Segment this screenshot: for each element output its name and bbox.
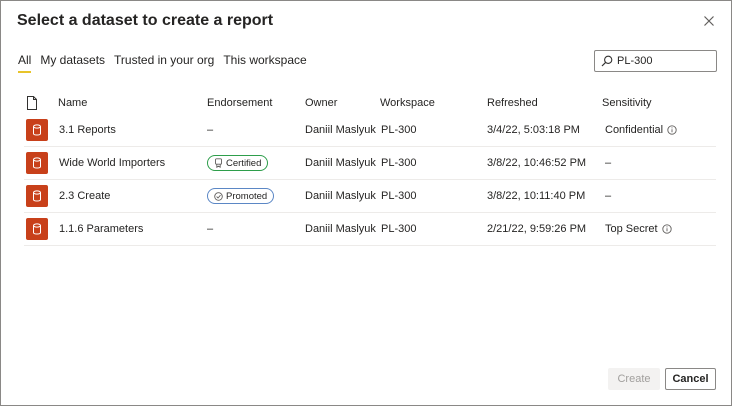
owner-value: Daniil Maslyuk — [305, 157, 376, 169]
sensitivity-label: – — [605, 190, 612, 202]
search-input[interactable] — [617, 55, 709, 67]
dataset-icon — [26, 152, 48, 174]
close-button[interactable] — [701, 13, 717, 29]
dataset-icon — [26, 185, 48, 207]
sensitivity-value: – — [605, 147, 611, 179]
dataset-icon-cell — [26, 180, 48, 212]
info-icon[interactable] — [661, 224, 672, 234]
sensitivity-label: Top Secret — [605, 223, 658, 235]
refreshed-column-header[interactable]: Refreshed — [487, 92, 538, 114]
workspace-value: PL-300 — [381, 223, 417, 235]
workspace-value: PL-300 — [381, 190, 417, 202]
owner-column-header[interactable]: Owner — [305, 92, 337, 114]
search-icon — [601, 55, 613, 67]
dataset-name: 2.3 Create — [59, 190, 111, 202]
refreshed-value: 2/21/22, 9:59:26 PM — [487, 223, 587, 235]
datasets-table: Name Endorsement Owner Workspace Refresh… — [24, 92, 716, 246]
dataset-icon-cell — [26, 147, 48, 179]
tab-trusted-in-your-org[interactable]: Trusted in your org — [114, 53, 214, 73]
sensitivity-value: Top Secret — [605, 213, 672, 245]
dataset-name: Wide World Importers — [59, 157, 166, 169]
dialog-title: Select a dataset to create a report — [17, 12, 274, 29]
table-header: Name Endorsement Owner Workspace Refresh… — [24, 92, 716, 114]
dataset-icon — [26, 119, 48, 141]
table-row[interactable]: 2.3 Create Promoted Daniil Maslyuk PL-30… — [24, 180, 716, 213]
sensitivity-label: – — [605, 157, 612, 169]
endorsement-value: Certified — [207, 147, 269, 179]
create-report-dialog: Select a dataset to create a report All … — [0, 0, 732, 406]
create-button[interactable]: Create — [608, 368, 660, 390]
owner-value: Daniil Maslyuk — [305, 124, 376, 136]
close-icon — [704, 16, 714, 26]
endorsement-none: – — [207, 223, 214, 235]
owner-value: Daniil Maslyuk — [305, 190, 376, 202]
file-icon — [27, 96, 37, 110]
table-row[interactable]: Wide World Importers Certified Daniil Ma… — [24, 147, 716, 180]
refreshed-value: 3/8/22, 10:46:52 PM — [487, 157, 587, 169]
tab-all[interactable]: All — [18, 53, 32, 73]
workspace-column-header[interactable]: Workspace — [380, 92, 435, 114]
badge-label: Certified — [226, 157, 262, 169]
endorsement-value: Promoted — [207, 180, 275, 212]
promoted-icon — [214, 191, 223, 201]
workspace-value: PL-300 — [381, 157, 417, 169]
sensitivity-column-header[interactable]: Sensitivity — [602, 92, 652, 114]
file-type-column-header[interactable] — [26, 92, 38, 114]
sensitivity-value: – — [605, 180, 611, 212]
dataset-name: 3.1 Reports — [59, 124, 116, 136]
dataset-icon-cell — [26, 114, 48, 146]
owner-value: Daniil Maslyuk — [305, 223, 376, 235]
promoted-badge: Promoted — [207, 188, 275, 204]
endorsement-value: – — [207, 213, 213, 245]
workspace-value: PL-300 — [381, 124, 417, 136]
endorsement-column-header[interactable]: Endorsement — [207, 92, 272, 114]
endorsement-none: – — [207, 124, 214, 136]
dataset-icon-cell — [26, 213, 48, 245]
info-icon[interactable] — [667, 125, 677, 135]
table-row[interactable]: 1.1.6 Parameters – Daniil Maslyuk PL-300… — [24, 213, 716, 246]
dataset-tabs: All My datasets Trusted in your org This… — [18, 53, 316, 73]
sensitivity-label: Confidential — [605, 124, 664, 136]
search-box[interactable] — [594, 50, 717, 72]
endorsement-value: – — [207, 114, 213, 146]
badge-label: Promoted — [226, 190, 268, 202]
tab-my-datasets[interactable]: My datasets — [40, 53, 105, 73]
refreshed-value: 3/4/22, 5:03:18 PM — [487, 124, 580, 136]
sensitivity-value: Confidential — [605, 114, 677, 146]
tab-this-workspace[interactable]: This workspace — [223, 53, 306, 73]
certified-icon — [215, 158, 222, 168]
dataset-icon — [26, 218, 48, 240]
cancel-button[interactable]: Cancel — [665, 368, 716, 390]
name-column-header[interactable]: Name — [58, 92, 87, 114]
table-row[interactable]: 3.1 Reports – Daniil Maslyuk PL-300 3/4/… — [24, 114, 716, 147]
refreshed-value: 3/8/22, 10:11:40 PM — [487, 190, 586, 202]
certified-badge: Certified — [207, 155, 269, 171]
dataset-name: 1.1.6 Parameters — [59, 223, 144, 235]
